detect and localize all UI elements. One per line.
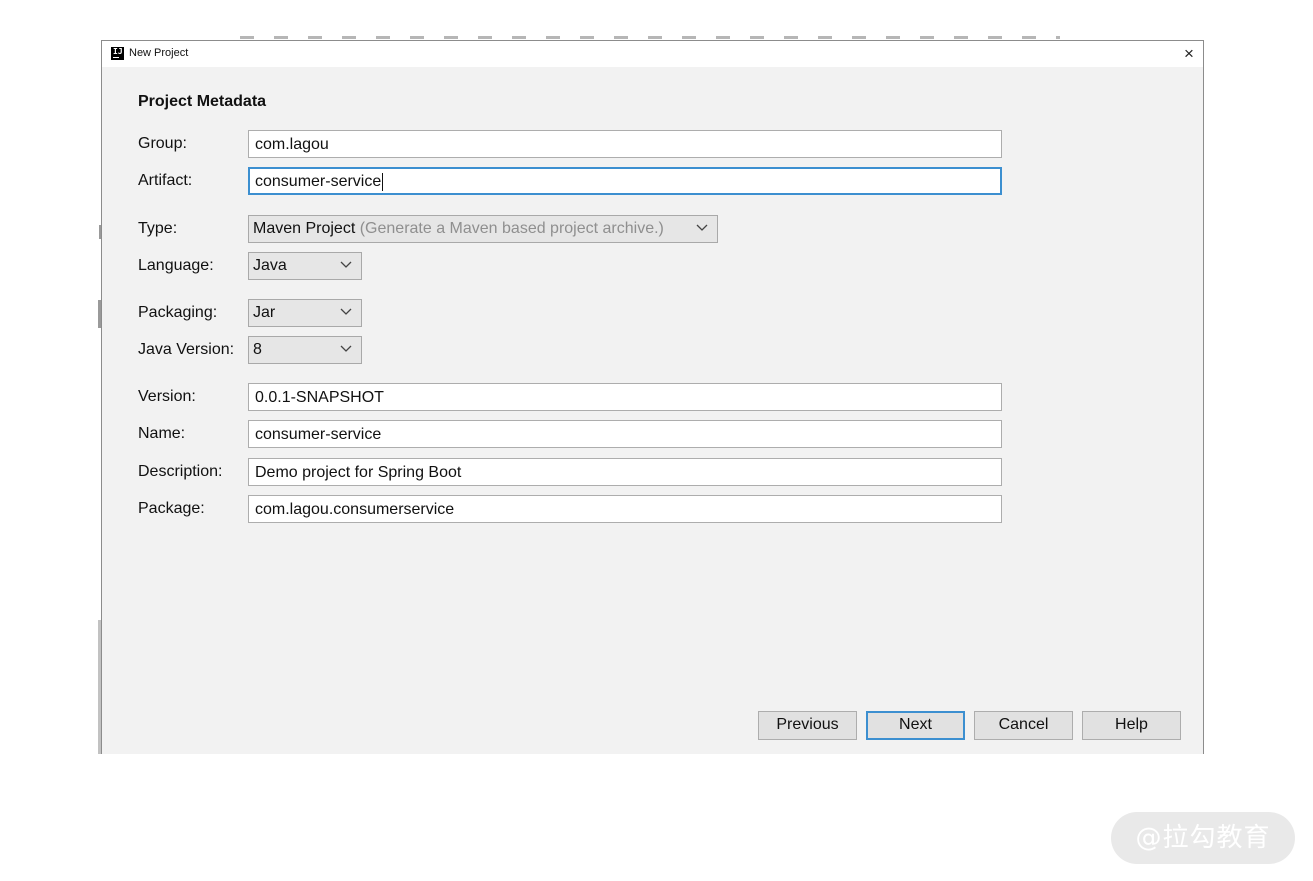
name-input[interactable]: consumer-service <box>248 420 1002 448</box>
watermark: @拉勾教育 <box>1111 812 1295 864</box>
artifact-label: Artifact: <box>138 172 193 189</box>
artifact-input-text: consumer-service <box>255 173 382 190</box>
chevron-down-icon <box>340 308 352 315</box>
dialog-titlebar: IJ New Project × <box>102 41 1203 67</box>
chevron-down-icon <box>340 261 352 268</box>
java-version-select-value: 8 <box>253 341 262 358</box>
package-label: Package: <box>138 500 205 517</box>
text-caret <box>382 173 384 191</box>
section-title: Project Metadata <box>138 93 267 110</box>
previous-button[interactable]: Previous <box>758 711 857 740</box>
intellij-app-icon: IJ <box>111 47 124 60</box>
java-version-select[interactable]: 8 <box>248 336 362 364</box>
package-input[interactable]: com.lagou.consumerservice <box>248 495 1002 523</box>
close-button[interactable]: × <box>1175 41 1203 67</box>
type-label: Type: <box>138 220 178 237</box>
description-label: Description: <box>138 463 223 480</box>
next-button[interactable]: Next <box>866 711 965 740</box>
description-input[interactable]: Demo project for Spring Boot <box>248 458 1002 486</box>
group-input[interactable]: com.lagou <box>248 130 1002 158</box>
packaging-select-value: Jar <box>253 304 276 321</box>
java-version-label: Java Version: <box>138 341 235 358</box>
packaging-select[interactable]: Jar <box>248 299 362 327</box>
group-label: Group: <box>138 135 187 152</box>
version-label: Version: <box>138 388 196 405</box>
cancel-button[interactable]: Cancel <box>974 711 1073 740</box>
language-select[interactable]: Java <box>248 252 362 280</box>
dialog-title: New Project <box>129 47 189 59</box>
version-input[interactable]: 0.0.1-SNAPSHOT <box>248 383 1002 411</box>
chevron-down-icon <box>340 345 352 352</box>
language-select-value: Java <box>253 257 287 274</box>
help-button[interactable]: Help <box>1082 711 1181 740</box>
name-label: Name: <box>138 425 186 442</box>
artifact-input[interactable]: consumer-service <box>248 167 1002 195</box>
chevron-down-icon <box>696 224 708 231</box>
type-select-hint: (Generate a Maven based project archive.… <box>359 220 664 237</box>
new-project-dialog: IJ New Project × Project Metadata Group:… <box>101 40 1204 754</box>
type-select[interactable]: Maven Project (Generate a Maven based pr… <box>248 215 718 243</box>
type-select-value: Maven Project <box>253 220 356 237</box>
packaging-label: Packaging: <box>138 304 218 321</box>
background-window-edge <box>240 36 1060 39</box>
language-label: Language: <box>138 257 214 274</box>
